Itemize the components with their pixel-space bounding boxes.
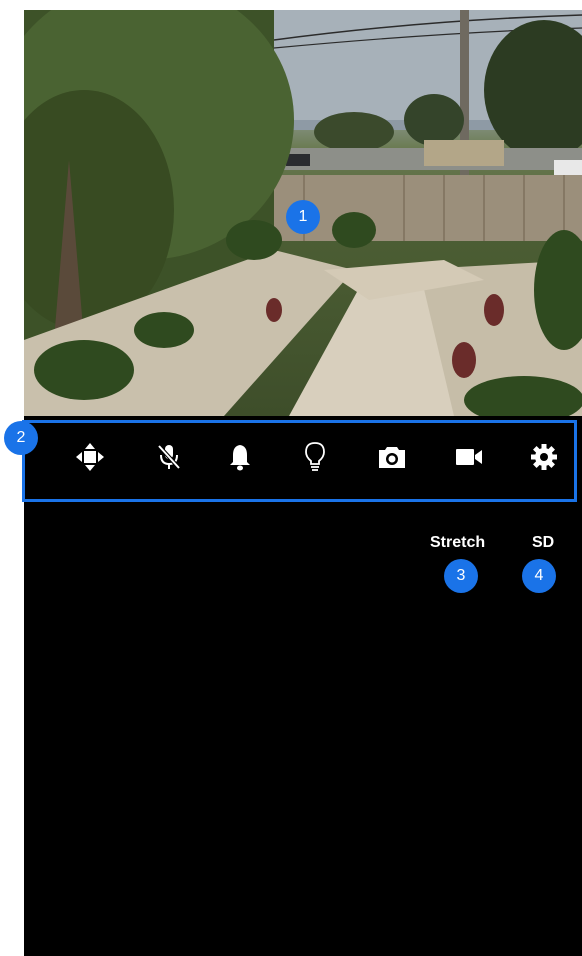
- marker-4: 4: [522, 559, 556, 593]
- gear-icon: [531, 444, 557, 470]
- mic-off-icon: [157, 444, 181, 470]
- lightbulb-icon: [305, 442, 325, 471]
- mic-off-button[interactable]: [149, 437, 189, 477]
- camera-toolbar: [24, 423, 579, 505]
- lightbulb-button[interactable]: [295, 437, 335, 477]
- camera-icon: [379, 447, 405, 468]
- marker-2: 2: [4, 421, 38, 455]
- app-screen: Stretch SD: [24, 10, 582, 956]
- snapshot-button[interactable]: [372, 437, 412, 477]
- bell-button[interactable]: [220, 437, 260, 477]
- quality-sd-button[interactable]: SD: [532, 534, 554, 552]
- stretch-button[interactable]: Stretch: [430, 534, 485, 552]
- marker-1: 1: [286, 200, 320, 234]
- settings-button[interactable]: [524, 437, 564, 477]
- marker-3: 3: [444, 559, 478, 593]
- record-video-button[interactable]: [449, 437, 489, 477]
- video-camera-icon: [456, 449, 482, 465]
- move-arrows-button[interactable]: [70, 437, 110, 477]
- move-arrows-icon: [76, 443, 104, 471]
- bell-icon: [230, 445, 250, 471]
